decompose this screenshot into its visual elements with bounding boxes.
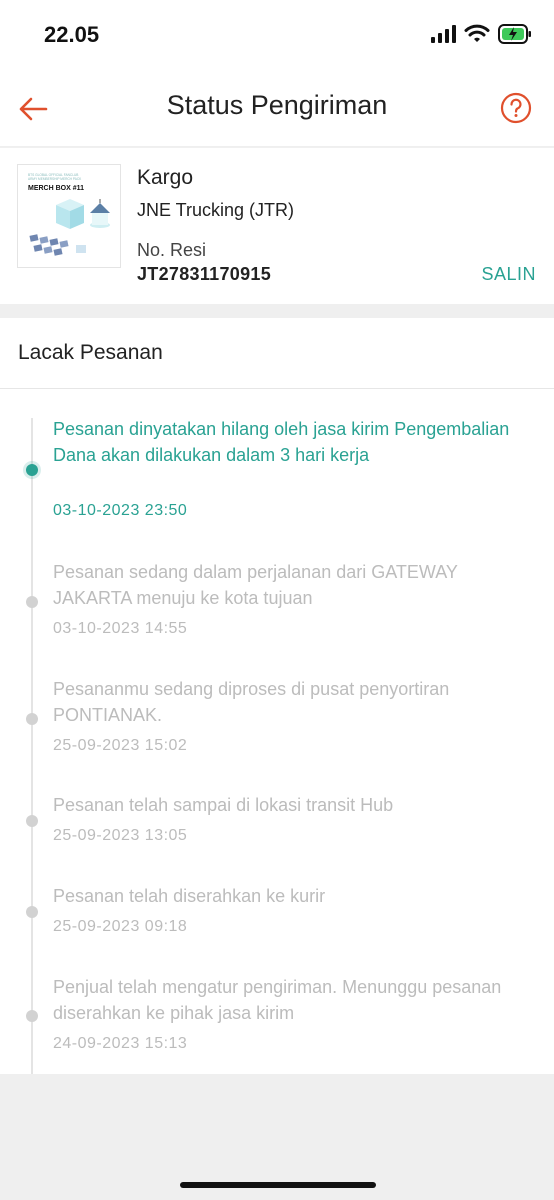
event-timestamp: 03-10-2023 23:50 <box>53 502 188 519</box>
timeline-dot <box>26 815 38 827</box>
tracking-title: Lacak Pesanan <box>0 318 554 389</box>
home-indicator[interactable] <box>180 1182 376 1188</box>
event-description: Pesanan dinyatakan hilang oleh jasa kiri… <box>53 419 510 465</box>
signal-icon <box>431 25 456 43</box>
battery-charging-icon <box>498 24 531 44</box>
event-timestamp: 25-09-2023 15:02 <box>53 737 188 754</box>
timeline-dot <box>26 464 38 476</box>
tracking-section: Lacak Pesanan Pesanan dinyatakan hilang … <box>0 318 554 1074</box>
svg-text:ARMY MEMBERSHIP MERCH PACK: ARMY MEMBERSHIP MERCH PACK <box>28 177 82 181</box>
event-timestamp: 24-09-2023 15:13 <box>53 1035 188 1052</box>
event-description: Penjual telah mengatur pengiriman. Menun… <box>53 977 502 1023</box>
timeline-dot <box>26 713 38 725</box>
app-header: Status Pengiriman <box>0 72 554 146</box>
event-timestamp: 25-09-2023 09:18 <box>53 918 188 935</box>
product-image: BTS GLOBAL OFFICIAL FANCLUB ARMY MEMBERS… <box>18 165 120 267</box>
wifi-icon <box>464 24 490 42</box>
timeline-dot <box>26 596 38 608</box>
event-timestamp: 03-10-2023 14:55 <box>53 620 188 637</box>
tracking-number: JT27831170915 <box>137 264 272 284</box>
timeline-dot <box>26 1010 38 1022</box>
page-title: Status Pengiriman <box>166 90 388 120</box>
shipment-card: BTS GLOBAL OFFICIAL FANCLUB ARMY MEMBERS… <box>0 147 554 304</box>
timeline-dot <box>26 906 38 918</box>
timeline-line <box>31 418 33 1074</box>
help-icon[interactable] <box>500 92 532 124</box>
shipping-type: Kargo <box>137 166 194 189</box>
event-description: Pesanan telah sampai di lokasi transit H… <box>53 795 394 815</box>
status-bar: 22.05 <box>0 0 554 72</box>
status-time: 22.05 <box>44 22 100 47</box>
event-description: Pesanan telah diserahkan ke kurir <box>53 886 326 906</box>
event-timestamp: 25-09-2023 13:05 <box>53 827 188 844</box>
event-description: Pesananmu sedang diproses di pusat penyo… <box>53 679 450 725</box>
svg-text:MERCH BOX #11: MERCH BOX #11 <box>28 185 84 192</box>
copy-tracking-button[interactable]: SALIN <box>481 264 536 285</box>
tracking-number-label: No. Resi <box>137 240 207 260</box>
courier-name: JNE Trucking (JTR) <box>137 200 295 220</box>
product-thumbnail[interactable]: BTS GLOBAL OFFICIAL FANCLUB ARMY MEMBERS… <box>17 164 121 268</box>
status-icons <box>430 24 532 44</box>
event-description: Pesanan sedang dalam perjalanan dari GAT… <box>53 562 458 608</box>
